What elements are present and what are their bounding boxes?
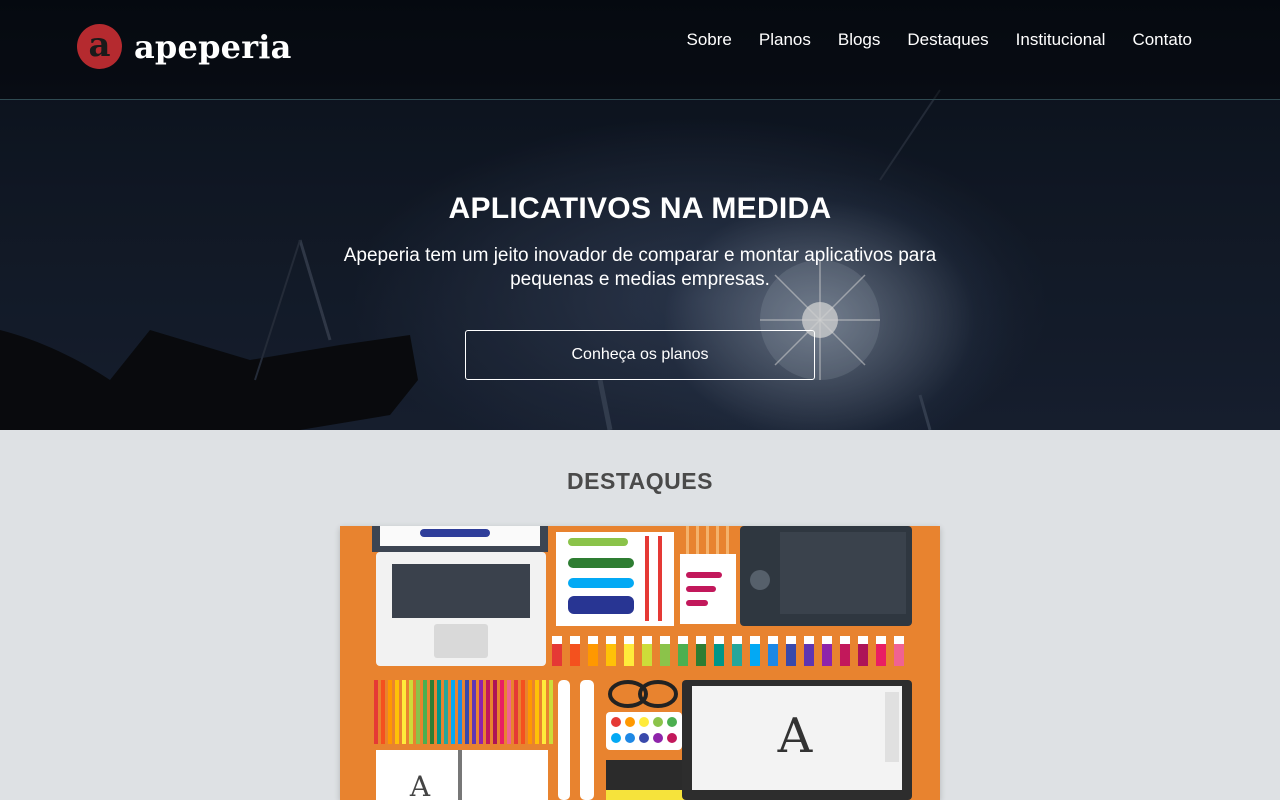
hero-title: APLICATIVOS NA MEDIDA: [448, 192, 832, 225]
svg-text:A: A: [409, 770, 431, 800]
brand-name: apeperia: [134, 27, 292, 66]
nav-item-planos[interactable]: Planos: [759, 30, 811, 50]
nav-item-destaques[interactable]: Destaques: [907, 30, 988, 50]
features-title: DESTAQUES: [567, 468, 713, 494]
hero-subtitle: Apeperia tem um jeito inovador de compar…: [343, 245, 937, 290]
nav-item-blogs[interactable]: Blogs: [838, 30, 881, 50]
hero-section: a apeperia Sobre Planos Blogs Destaques …: [0, 0, 1280, 430]
design-tools-illustration: A A: [372, 526, 912, 800]
logo-icon: a: [77, 24, 122, 69]
see-plans-button[interactable]: Conheça os planos: [465, 330, 815, 380]
hero-content: APLICATIVOS NA MEDIDA Apeperia tem um je…: [0, 192, 1280, 380]
svg-text:A: A: [777, 708, 814, 764]
main-nav: Sobre Planos Blogs Destaques Institucion…: [660, 30, 1193, 50]
nav-item-contato[interactable]: Contato: [1132, 30, 1192, 50]
brand-logo[interactable]: a apeperia: [77, 24, 292, 69]
featured-image[interactable]: A A: [340, 526, 940, 800]
nav-item-sobre[interactable]: Sobre: [687, 30, 732, 50]
nav-item-institucional[interactable]: Institucional: [1016, 30, 1106, 50]
top-navbar: a apeperia Sobre Planos Blogs Destaques …: [0, 0, 1280, 100]
